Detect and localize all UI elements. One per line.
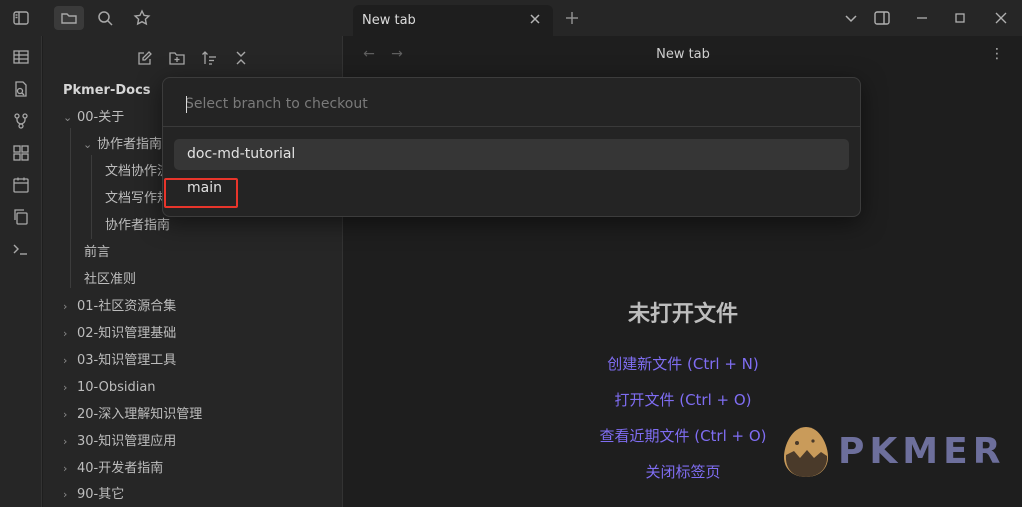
pkmer-logo: PKMER: [780, 425, 1005, 485]
tree-folder[interactable]: › 40-开发者指南: [63, 459, 163, 479]
tree-label: 03-知识管理工具: [77, 353, 177, 368]
vault-title: Pkmer-Docs: [63, 83, 151, 98]
title-bar: New tab: [0, 0, 1022, 36]
folder-icon[interactable]: [54, 6, 84, 30]
tree-folder[interactable]: › 90-其它: [63, 485, 124, 505]
tree-label: 协作者指南: [97, 137, 163, 152]
tree-label: 90-其它: [77, 487, 125, 502]
create-new-file-link[interactable]: 创建新文件 (Ctrl + N): [344, 353, 1022, 374]
divider: [163, 126, 860, 127]
tree-folder[interactable]: › 02-知识管理基础: [63, 324, 176, 344]
annotation-highlight-box: [164, 178, 238, 208]
plus-icon[interactable]: [562, 8, 582, 28]
git-branch-icon[interactable]: [10, 110, 32, 132]
tree-folder[interactable]: › 10-Obsidian: [63, 378, 156, 398]
new-folder-icon[interactable]: [167, 48, 187, 68]
tab-new-tab[interactable]: New tab: [353, 5, 553, 36]
tree-label: 01-社区资源合集: [77, 299, 177, 314]
tree-folder[interactable]: ⌄ 00-关于: [63, 108, 124, 128]
more-options-icon[interactable]: ⋮: [990, 46, 1004, 62]
close-window-icon[interactable]: [991, 8, 1011, 28]
branch-option-doc-md-tutorial[interactable]: doc-md-tutorial: [174, 139, 849, 170]
search-icon[interactable]: [93, 6, 117, 30]
sidebar-toggle-icon[interactable]: [9, 6, 33, 30]
tree-label: 协作者指南: [105, 218, 171, 233]
tree-label: 10-Obsidian: [77, 380, 156, 395]
view-header-title: New tab: [656, 47, 710, 62]
close-icon[interactable]: [527, 11, 543, 27]
tree-file[interactable]: 前言: [84, 243, 110, 263]
tree-label: 社区准则: [84, 272, 137, 287]
calendar-icon[interactable]: [10, 174, 32, 196]
chevron-down-icon[interactable]: [841, 8, 861, 28]
ribbon: [0, 36, 42, 507]
tree-label: 20-深入理解知识管理: [77, 407, 203, 422]
tree-label: 前言: [84, 245, 111, 260]
tree-folder[interactable]: › 03-知识管理工具: [63, 351, 176, 371]
indent-guide: [91, 155, 92, 239]
tab-label: New tab: [362, 13, 416, 28]
open-file-link[interactable]: 打开文件 (Ctrl + O): [344, 389, 1022, 410]
file-search-icon[interactable]: [10, 78, 32, 100]
branch-option-main[interactable]: main: [174, 173, 849, 204]
tree-folder[interactable]: ⌄ 协作者指南: [83, 135, 162, 155]
branch-checkout-modal: doc-md-tutorial main: [162, 77, 861, 217]
tree-folder[interactable]: › 30-知识管理应用: [63, 432, 176, 452]
tree-folder[interactable]: › 01-社区资源合集: [63, 297, 176, 317]
collapse-icon[interactable]: [231, 48, 251, 68]
text-caret: [186, 96, 187, 113]
tree-label: 30-知识管理应用: [77, 434, 177, 449]
tree-label: 02-知识管理基础: [77, 326, 177, 341]
tree-label: 40-开发者指南: [77, 461, 164, 476]
indent-guide: [70, 128, 71, 288]
sort-icon[interactable]: [199, 48, 219, 68]
copy-icon[interactable]: [10, 206, 32, 228]
empty-state-title: 未打开文件: [627, 302, 738, 327]
new-note-icon[interactable]: [135, 48, 155, 68]
tree-folder[interactable]: › 20-深入理解知识管理: [63, 405, 202, 425]
tree-label: 00-关于: [77, 110, 125, 125]
sidebar-right-icon[interactable]: [872, 8, 892, 28]
branch-search-input[interactable]: [185, 92, 835, 116]
terminal-icon[interactable]: [10, 238, 32, 260]
maximize-icon[interactable]: [950, 8, 970, 28]
pkmer-wordmark: PKMER: [838, 431, 1006, 472]
table-icon[interactable]: [10, 46, 32, 68]
layout-grid-icon[interactable]: [10, 142, 32, 164]
tree-file[interactable]: 社区准则: [84, 270, 136, 290]
tree-file[interactable]: 协作者指南: [105, 216, 170, 236]
pkmer-egg-icon: [784, 427, 828, 477]
minimize-icon[interactable]: [912, 8, 932, 28]
star-icon[interactable]: [130, 6, 154, 30]
